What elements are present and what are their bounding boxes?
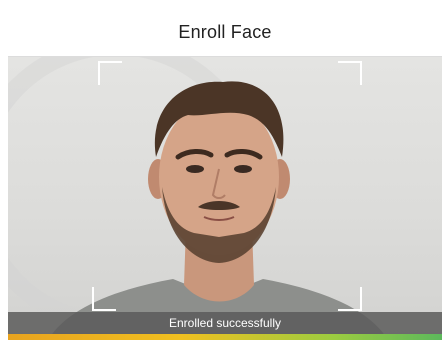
face-photo — [48, 81, 388, 340]
left-eye — [186, 165, 204, 173]
camera-preview: Enrolled successfully — [8, 57, 442, 340]
frame-corner-bottom-left-icon — [92, 287, 116, 311]
status-message: Enrolled successfully — [168, 316, 282, 330]
status-banner: Enrolled successfully — [8, 312, 442, 334]
page-title: Enroll Face — [178, 21, 272, 42]
enroll-face-screen: Enroll Face Enrolled successfully — [0, 0, 448, 344]
frame-corner-top-right-icon — [338, 61, 362, 85]
frame-corner-top-left-icon — [98, 61, 122, 85]
enroll-progress-bar — [8, 334, 442, 340]
right-eye — [234, 165, 252, 173]
header-bar: Enroll Face — [8, 8, 442, 57]
frame-corner-bottom-right-icon — [338, 287, 362, 311]
